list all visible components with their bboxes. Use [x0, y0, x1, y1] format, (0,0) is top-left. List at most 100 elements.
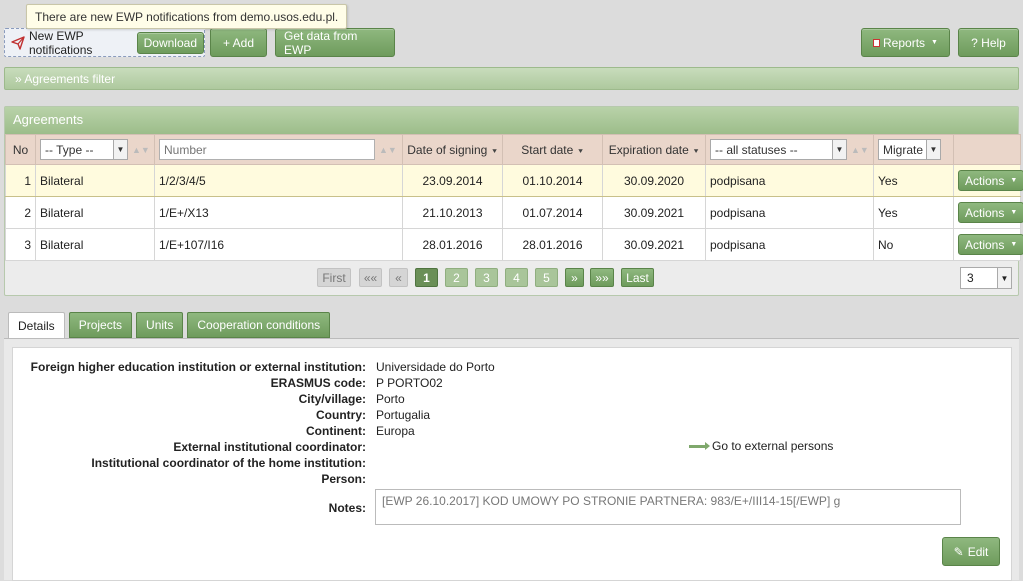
column-date-signing[interactable]: Date of signing ⯆ — [402, 134, 503, 165]
pager-first-arrows-button[interactable]: «« — [359, 268, 382, 287]
institution-value: Universidade do Porto — [376, 360, 495, 374]
add-button[interactable]: + Add — [210, 28, 267, 57]
row-type: Bilateral — [35, 164, 155, 197]
erasmus-value: P PORTO02 — [376, 376, 443, 390]
ext-coordinator-label: External institutional coordinator: — [173, 440, 366, 454]
caret-down-icon: ▼ — [1010, 177, 1018, 184]
pencil-icon: ✎ — [953, 544, 964, 559]
reports-button[interactable]: Reports ▼ — [861, 28, 950, 57]
person-label: Person: — [321, 472, 366, 486]
row-migrate: Yes — [873, 196, 954, 229]
sort-desc-icon: ⯆ — [692, 146, 700, 156]
notes-label: Notes: — [328, 501, 366, 515]
row-actions-cell: Actions ▼ — [953, 164, 1023, 197]
actions-label: Actions — [965, 237, 1005, 252]
column-migrate: Migrate ▼ — [873, 134, 954, 165]
actions-button[interactable]: Actions ▼ — [958, 234, 1023, 255]
row-no: 2 — [5, 196, 36, 229]
notes-textarea[interactable]: [EWP 26.10.2017] KOD UMOWY PO STRONIE PA… — [375, 489, 961, 525]
institution-row: Foreign higher education institution or … — [13, 360, 1013, 376]
pager-next-button[interactable]: » — [565, 268, 584, 287]
paper-plane-icon — [11, 35, 25, 50]
city-label: City/village: — [298, 392, 366, 406]
table-row[interactable]: 2 Bilateral 1/E+/X13 21.10.2013 01.07.20… — [5, 196, 1023, 229]
tab-details[interactable]: Details — [8, 312, 65, 338]
continent-value: Europa — [376, 424, 415, 438]
pager-page-3[interactable]: 3 — [475, 268, 498, 287]
city-value: Porto — [376, 392, 405, 406]
status-filter-value: -- all statuses -- — [715, 142, 798, 157]
erasmus-row: ERASMUS code: P PORTO02 — [13, 376, 1013, 392]
actions-button[interactable]: Actions ▼ — [958, 170, 1023, 191]
pager-first-button[interactable]: First — [317, 268, 351, 287]
tab-units[interactable]: Units — [136, 312, 184, 338]
actions-label: Actions — [965, 205, 1005, 220]
reports-label: Reports — [883, 35, 926, 50]
sort-icon[interactable]: ▲▼ — [132, 145, 150, 155]
sort-icon[interactable]: ▲▼ — [851, 145, 869, 155]
go-to-external-persons-link[interactable]: Go to external persons — [689, 439, 833, 453]
row-signing: 28.01.2016 — [402, 228, 503, 261]
migrate-filter-select[interactable]: Migrate ▼ — [878, 139, 941, 160]
pager-page-1[interactable]: 1 — [415, 268, 438, 287]
caret-down-icon: ▼ — [1010, 241, 1018, 248]
details-wrapper: Foreign higher education institution or … — [4, 338, 1019, 581]
expiration-date-label: Expiration date — [608, 142, 689, 157]
erasmus-label: ERASMUS code: — [270, 376, 366, 390]
row-number: 1/2/3/4/5 — [154, 164, 403, 197]
column-type: -- Type -- ▼ ▲▼ — [35, 134, 155, 165]
chevron-down-icon: ▼ — [832, 140, 846, 159]
person-row: Person: — [13, 472, 1013, 488]
page-size-select[interactable]: 3 ▼ — [960, 267, 1012, 289]
actions-button[interactable]: Actions ▼ — [958, 202, 1023, 223]
column-expiration-date[interactable]: Expiration date ⯆ — [602, 134, 706, 165]
row-no: 1 — [5, 164, 36, 197]
pager-last-button[interactable]: Last — [621, 268, 654, 287]
pagination: First «« « 1 2 3 4 5 » »» Last 3 ▼ — [5, 261, 1018, 295]
status-filter-select[interactable]: -- all statuses -- ▼ — [710, 139, 847, 160]
pager-last-arrows-button[interactable]: »» — [590, 268, 614, 287]
table-row[interactable]: 3 Bilateral 1/E+107/I16 28.01.2016 28.01… — [5, 228, 1023, 261]
home-coordinator-label: Institutional coordinator of the home in… — [91, 456, 366, 470]
chevron-down-icon: ▼ — [997, 268, 1011, 288]
row-actions-cell: Actions ▼ — [953, 196, 1023, 229]
continent-label: Continent: — [306, 424, 366, 438]
caret-down-icon: ▼ — [1010, 209, 1018, 216]
pager-page-4[interactable]: 4 — [505, 268, 528, 287]
migrate-filter-value: Migrate — [883, 142, 924, 157]
row-type: Bilateral — [35, 196, 155, 229]
type-filter-select[interactable]: -- Type -- ▼ — [40, 139, 128, 160]
city-row: City/village: Porto — [13, 392, 1013, 408]
tab-projects[interactable]: Projects — [68, 312, 133, 338]
table-row[interactable]: 1 Bilateral 1/2/3/4/5 23.09.2014 01.10.2… — [5, 164, 1023, 197]
pager-page-2[interactable]: 2 — [445, 268, 468, 287]
row-signing: 23.09.2014 — [402, 164, 503, 197]
tab-cooperation-conditions[interactable]: Cooperation conditions — [187, 312, 331, 338]
agreements-table: No -- Type -- ▼ ▲▼ ▲▼ — [5, 134, 1023, 261]
page-size-value: 3 — [967, 271, 974, 285]
column-start-date[interactable]: Start date ⯆ — [502, 134, 603, 165]
row-number: 1/E+/X13 — [154, 196, 403, 229]
number-filter-input[interactable] — [159, 139, 375, 160]
row-start: 28.01.2016 — [502, 228, 603, 261]
row-start: 01.10.2014 — [502, 164, 603, 197]
start-date-label: Start date — [521, 142, 574, 157]
ewp-notifications-box: New EWP notifications Download — [4, 28, 205, 57]
pager-prev-button[interactable]: « — [389, 268, 408, 287]
toolbar: New EWP notifications Download + Add Get… — [0, 27, 1023, 59]
chevron-down-icon: ▼ — [113, 140, 127, 159]
edit-button[interactable]: ✎ Edit — [942, 537, 1000, 566]
arrow-right-icon — [689, 441, 710, 450]
get-data-from-ewp-button[interactable]: Get data from EWP — [275, 28, 395, 57]
home-coordinator-row: Institutional coordinator of the home in… — [13, 456, 1013, 472]
row-expiration: 30.09.2021 — [602, 228, 706, 261]
agreements-filter-toggle[interactable]: » Agreements filter — [4, 67, 1019, 90]
download-button[interactable]: Download — [136, 31, 204, 54]
row-migrate: Yes — [873, 164, 954, 197]
row-actions-cell: Actions ▼ — [953, 228, 1023, 261]
pager-page-5[interactable]: 5 — [535, 268, 558, 287]
continent-row: Continent: Europa — [13, 424, 1013, 440]
country-value: Portugalia — [376, 408, 431, 422]
help-button[interactable]: ? Help — [958, 28, 1019, 57]
sort-icon[interactable]: ▲▼ — [379, 145, 397, 155]
